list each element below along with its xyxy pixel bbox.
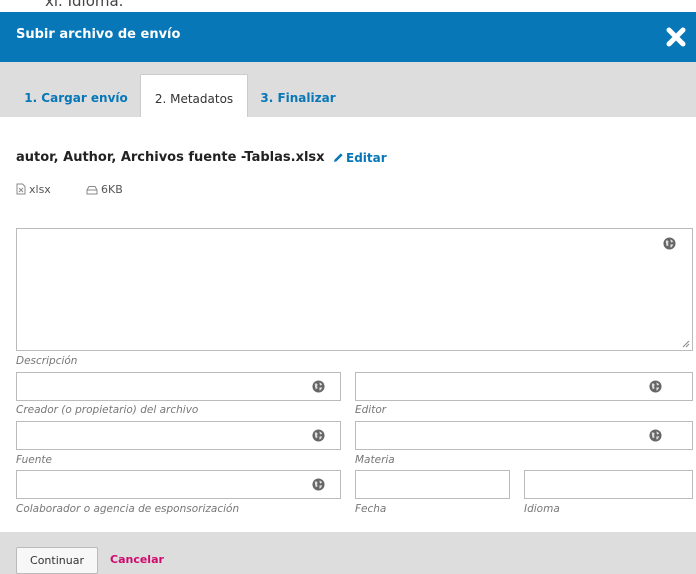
globe-icon[interactable] bbox=[312, 478, 325, 491]
language-label: Idioma bbox=[524, 503, 560, 515]
modal-title: Subir archivo de envío bbox=[16, 27, 181, 42]
source-input[interactable] bbox=[16, 421, 341, 450]
language-input[interactable] bbox=[524, 470, 693, 499]
tab-cargar-envio[interactable]: 1. Cargar envío bbox=[16, 74, 136, 117]
wizard-tabs: 1. Cargar envío 2. Metadatos 3. Finaliza… bbox=[0, 62, 696, 117]
resize-handle[interactable] bbox=[682, 340, 690, 348]
subject-input[interactable] bbox=[355, 421, 693, 450]
globe-icon[interactable] bbox=[312, 429, 325, 442]
file-icon bbox=[16, 183, 26, 195]
date-input[interactable] bbox=[355, 470, 510, 499]
source-label: Fuente bbox=[16, 454, 52, 466]
publisher-input[interactable] bbox=[355, 372, 693, 401]
background-text: xi. Idioma. bbox=[45, 0, 124, 10]
cancel-link[interactable]: Cancelar bbox=[110, 553, 164, 566]
globe-icon[interactable] bbox=[663, 237, 676, 250]
tab-metadatos[interactable]: 2. Metadatos bbox=[140, 74, 248, 117]
globe-icon[interactable] bbox=[312, 380, 325, 393]
hdd-icon bbox=[86, 186, 98, 195]
modal-footer: Continuar Cancelar bbox=[0, 532, 696, 574]
edit-label: Editar bbox=[346, 151, 387, 165]
date-label: Fecha bbox=[355, 503, 387, 515]
subject-label: Materia bbox=[355, 454, 395, 466]
file-name: autor, Author, Archivos fuente -Tablas.x… bbox=[16, 150, 325, 165]
file-type-label: xlsx bbox=[29, 183, 51, 196]
edit-link[interactable]: Editar bbox=[333, 151, 387, 165]
creator-input[interactable] bbox=[16, 372, 341, 401]
tab-finalizar[interactable]: 3. Finalizar bbox=[252, 74, 344, 117]
globe-icon[interactable] bbox=[649, 429, 662, 442]
file-size-label: 6KB bbox=[101, 183, 123, 196]
continue-button[interactable]: Continuar bbox=[16, 547, 98, 574]
publisher-label: Editor bbox=[355, 404, 387, 416]
file-size: 6KB bbox=[86, 183, 123, 196]
creator-label: Creador (o propietario) del archivo bbox=[16, 404, 199, 416]
sponsor-input[interactable] bbox=[16, 470, 341, 499]
sponsor-label: Colaborador o agencia de esponsorización bbox=[16, 503, 240, 515]
close-icon[interactable] bbox=[664, 25, 688, 49]
description-label: Descripción bbox=[16, 355, 78, 367]
pencil-icon bbox=[334, 153, 343, 162]
file-type: xlsx bbox=[16, 183, 51, 196]
background-page-peek: xi. Idioma. bbox=[0, 0, 696, 12]
globe-icon[interactable] bbox=[649, 380, 662, 393]
modal-header: Subir archivo de envío bbox=[0, 12, 696, 62]
description-textarea[interactable] bbox=[16, 228, 693, 351]
